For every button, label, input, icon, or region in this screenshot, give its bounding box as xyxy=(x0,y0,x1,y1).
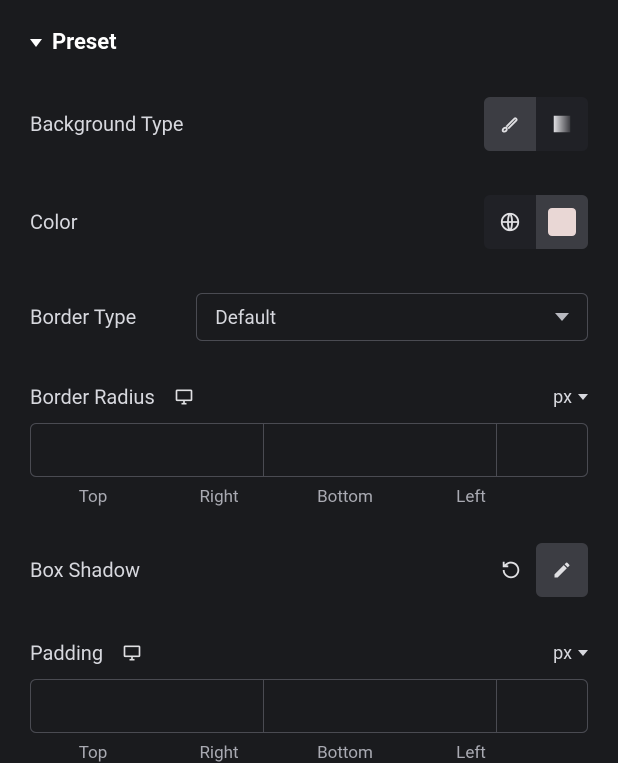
section-title: Preset xyxy=(52,30,117,55)
box-shadow-edit-button[interactable] xyxy=(536,543,588,597)
box-shadow-label: Box Shadow xyxy=(30,558,140,582)
padding-unit: px xyxy=(553,643,572,664)
padding-side-labels: Top Right Bottom Left xyxy=(30,743,588,763)
color-swatch-button[interactable] xyxy=(536,195,588,249)
padding-inputs xyxy=(30,679,588,733)
border-radius-row: Border Radius px xyxy=(30,385,588,409)
color-label: Color xyxy=(30,210,77,234)
padding-unit-toggle[interactable]: px xyxy=(553,643,588,664)
border-radius-inputs xyxy=(30,423,588,477)
padding-bottom-input[interactable] xyxy=(497,680,588,732)
chevron-down-icon xyxy=(578,650,588,656)
border-radius-top-input[interactable] xyxy=(31,424,264,476)
side-label-right: Right xyxy=(156,487,282,507)
side-label-bottom: Bottom xyxy=(282,487,408,507)
border-radius-unit-toggle[interactable]: px xyxy=(553,387,588,408)
border-type-row: Border Type Default xyxy=(30,293,588,341)
desktop-icon[interactable] xyxy=(121,643,143,663)
color-global-button[interactable] xyxy=(484,195,536,249)
padding-right-input[interactable] xyxy=(264,680,497,732)
globe-icon xyxy=(499,211,521,233)
padding-top-input[interactable] xyxy=(31,680,264,732)
border-type-label: Border Type xyxy=(30,305,136,329)
color-group xyxy=(484,195,588,249)
brush-icon xyxy=(499,113,521,135)
padding-label: Padding xyxy=(30,641,103,665)
border-type-select[interactable]: Default xyxy=(196,293,588,341)
side-label-right: Right xyxy=(156,743,282,763)
preset-section-header[interactable]: Preset xyxy=(30,30,588,55)
chevron-down-icon xyxy=(578,394,588,400)
chevron-down-icon xyxy=(555,313,569,321)
border-radius-bottom-input[interactable] xyxy=(497,424,588,476)
border-radius-label: Border Radius xyxy=(30,385,155,409)
side-label-left: Left xyxy=(408,743,534,763)
background-type-label: Background Type xyxy=(30,112,183,136)
border-radius-unit: px xyxy=(553,387,572,408)
padding-row: Padding px xyxy=(30,641,588,665)
box-shadow-reset-button[interactable] xyxy=(500,559,522,581)
border-type-value: Default xyxy=(215,306,276,329)
border-radius-right-input[interactable] xyxy=(264,424,497,476)
color-swatch xyxy=(548,208,576,236)
undo-icon xyxy=(500,559,522,581)
caret-down-icon xyxy=(30,39,42,47)
background-type-row: Background Type xyxy=(30,97,588,151)
background-classic-button[interactable] xyxy=(484,97,536,151)
gradient-icon xyxy=(551,113,573,135)
side-label-left: Left xyxy=(408,487,534,507)
pencil-icon xyxy=(552,560,572,580)
color-row: Color xyxy=(30,195,588,249)
background-type-group xyxy=(484,97,588,151)
desktop-icon[interactable] xyxy=(173,387,195,407)
background-gradient-button[interactable] xyxy=(536,97,588,151)
side-label-bottom: Bottom xyxy=(282,743,408,763)
border-radius-side-labels: Top Right Bottom Left xyxy=(30,487,588,507)
side-label-top: Top xyxy=(30,487,156,507)
box-shadow-row: Box Shadow xyxy=(30,543,588,597)
side-label-top: Top xyxy=(30,743,156,763)
